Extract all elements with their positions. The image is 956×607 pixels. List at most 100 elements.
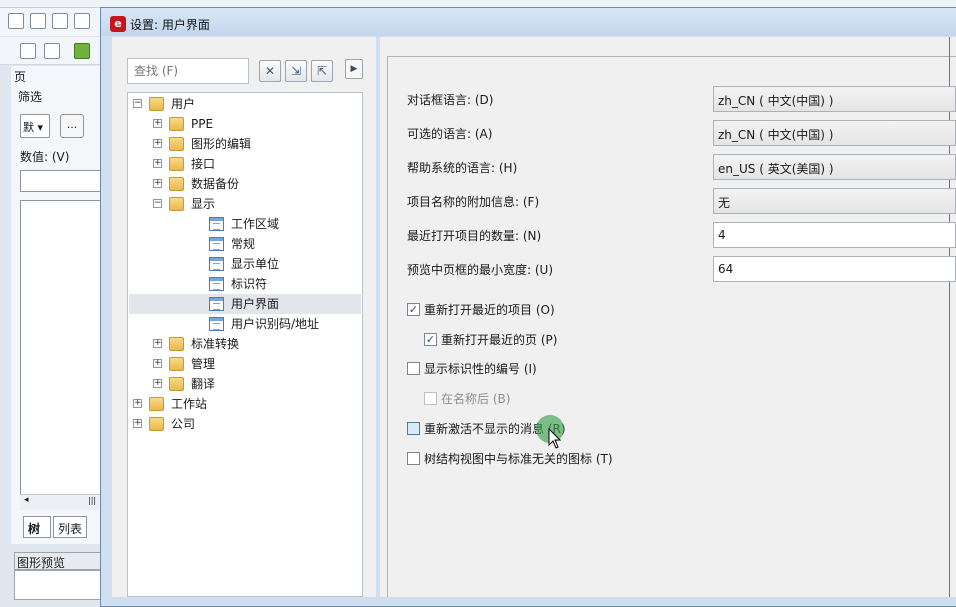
tree-item[interactable]: 用户界面 <box>129 294 361 314</box>
checkbox-box[interactable] <box>407 452 420 465</box>
play-button[interactable]: ▶ <box>345 59 363 79</box>
tree-item-label: 数据备份 <box>191 177 240 191</box>
folder-icon <box>169 197 184 211</box>
settings-tree[interactable]: − 用户 + PPE + 图形的编辑 + 接口 + 数据备份 − 显示 工作区域 常规 显示单位 标识符 用户界… <box>127 92 363 597</box>
settings-page-icon <box>209 317 224 331</box>
tree-item[interactable]: + 标准转换 <box>129 334 361 354</box>
tab-tree[interactable]: 树 <box>23 516 51 538</box>
tree-item[interactable]: + 接口 <box>129 154 361 174</box>
recent-count-input[interactable]: 4 <box>713 222 956 248</box>
value-input[interactable] <box>20 170 102 192</box>
help-language-select[interactable]: en_US ( 英文(美国) ) <box>713 154 956 180</box>
clear-search-button[interactable]: ✕ <box>259 60 281 82</box>
tree-item[interactable]: − 显示 <box>129 194 361 214</box>
graphic-preview <box>14 570 102 600</box>
collapse-icon[interactable]: − <box>133 99 142 108</box>
optional-language-value: zh_CN ( 中文(中国) ) <box>718 128 834 142</box>
dialog-language-label: 对话框语言: (D) <box>407 93 494 107</box>
collapse-tree-button[interactable]: ⇱ <box>311 60 333 82</box>
tree-item[interactable]: 标识符 <box>129 274 361 294</box>
tree-item[interactable]: + 图形的编辑 <box>129 134 361 154</box>
folder-icon <box>169 337 184 351</box>
checkbox-label: 在名称后 (B) <box>441 392 511 406</box>
tree-item-label: PPE <box>191 117 214 131</box>
tree-item[interactable]: − 用户 <box>129 94 361 114</box>
checkbox-box[interactable] <box>424 392 437 405</box>
folder-icon <box>169 117 184 131</box>
checkbox-box[interactable] <box>407 362 420 375</box>
item-name-info-value: 无 <box>718 196 731 210</box>
background-toolbar <box>0 8 102 36</box>
optional-language-label: 可选的语言: (A) <box>407 127 493 141</box>
preview-min-width-input[interactable]: 64 <box>713 256 956 282</box>
tree-item-label: 显示 <box>191 197 216 211</box>
help-language-value: en_US ( 英文(美国) ) <box>718 162 834 176</box>
plugin-icon[interactable] <box>74 43 90 59</box>
expand-icon[interactable]: + <box>133 419 142 428</box>
tree-item[interactable]: 显示单位 <box>129 254 361 274</box>
tree-item[interactable]: 常规 <box>129 234 361 254</box>
search-input[interactable] <box>127 58 249 84</box>
tree-item-label: 用户识别码/地址 <box>231 317 320 331</box>
optional-language-select[interactable]: zh_CN ( 中文(中国) ) <box>713 120 956 146</box>
scroll-left-icon[interactable]: ◂ <box>24 495 29 505</box>
tab-list[interactable]: 列表 <box>53 516 87 538</box>
print-icon[interactable] <box>74 13 90 29</box>
tree-item-label: 标识符 <box>231 277 268 291</box>
new-file-icon[interactable] <box>8 13 24 29</box>
tree-item[interactable]: + 工作站 <box>129 394 361 414</box>
tree-item[interactable]: + 翻译 <box>129 374 361 394</box>
filter-edit-icon[interactable] <box>44 43 60 59</box>
item-name-info-select[interactable]: 无 <box>713 188 956 214</box>
tree-item[interactable]: + 数据备份 <box>129 174 361 194</box>
value-label: 数值: (V) <box>20 150 70 164</box>
mouse-pointer-icon <box>548 428 562 449</box>
save-file-icon[interactable] <box>52 13 68 29</box>
tree-item-label: 用户界面 <box>231 297 280 311</box>
tree-item-label: 接口 <box>191 157 216 171</box>
horizontal-scrollbar[interactable]: ◂ ||| <box>20 494 102 510</box>
dialog-titlebar[interactable] <box>101 8 956 36</box>
filter-ellipsis-button[interactable]: ... <box>60 114 84 138</box>
collapse-icon: ⇱ <box>316 64 328 78</box>
expand-icon[interactable]: + <box>153 139 162 148</box>
tree-item[interactable]: + 公司 <box>129 414 361 434</box>
expand-icon[interactable]: + <box>153 359 162 368</box>
tree-item-label: 常规 <box>231 237 256 251</box>
folder-icon <box>149 97 164 111</box>
tree-item[interactable]: + 管理 <box>129 354 361 374</box>
tree-item-label: 公司 <box>171 417 196 431</box>
tree-item-label: 显示单位 <box>231 257 280 271</box>
checkbox-box[interactable]: ✓ <box>407 303 420 316</box>
expand-icon[interactable]: + <box>153 159 162 168</box>
collapse-icon[interactable]: − <box>153 199 162 208</box>
filter-select[interactable]: 默 ▾ <box>20 114 50 138</box>
open-file-icon[interactable] <box>30 13 46 29</box>
expand-icon[interactable]: + <box>153 339 162 348</box>
graphic-preview-title: 图形预览 <box>14 552 102 570</box>
expand-tree-button[interactable]: ⇲ <box>285 60 307 82</box>
play-icon: ▶ <box>350 64 358 74</box>
dialog-language-select[interactable]: zh_CN ( 中文(中国) ) <box>713 86 956 112</box>
preview-min-width-label: 预览中页框的最小宽度: (U) <box>407 263 554 277</box>
scroll-thumb[interactable]: ||| <box>88 496 96 505</box>
page-list[interactable] <box>20 200 102 510</box>
checkbox-box[interactable] <box>407 422 420 435</box>
clear-icon: ✕ <box>264 64 276 78</box>
dialog-title: 设置: 用户界面 <box>130 18 210 32</box>
tree-item[interactable]: + PPE <box>129 114 361 134</box>
folder-icon <box>169 157 184 171</box>
expand-icon[interactable]: + <box>153 379 162 388</box>
checkbox-box[interactable]: ✓ <box>424 333 437 346</box>
tree-item-label: 标准转换 <box>191 337 240 351</box>
tree-item[interactable]: 用户识别码/地址 <box>129 314 361 334</box>
expand-icon[interactable]: + <box>133 399 142 408</box>
filter-select-value: 默 <box>23 121 34 134</box>
tree-item[interactable]: 工作区域 <box>129 214 361 234</box>
checkbox-label: 重新打开最近的页 (P) <box>441 333 558 347</box>
folder-icon <box>149 417 164 431</box>
expand-icon[interactable]: + <box>153 179 162 188</box>
settings-page-icon <box>209 297 224 311</box>
filter-icon[interactable] <box>20 43 36 59</box>
expand-icon[interactable]: + <box>153 119 162 128</box>
